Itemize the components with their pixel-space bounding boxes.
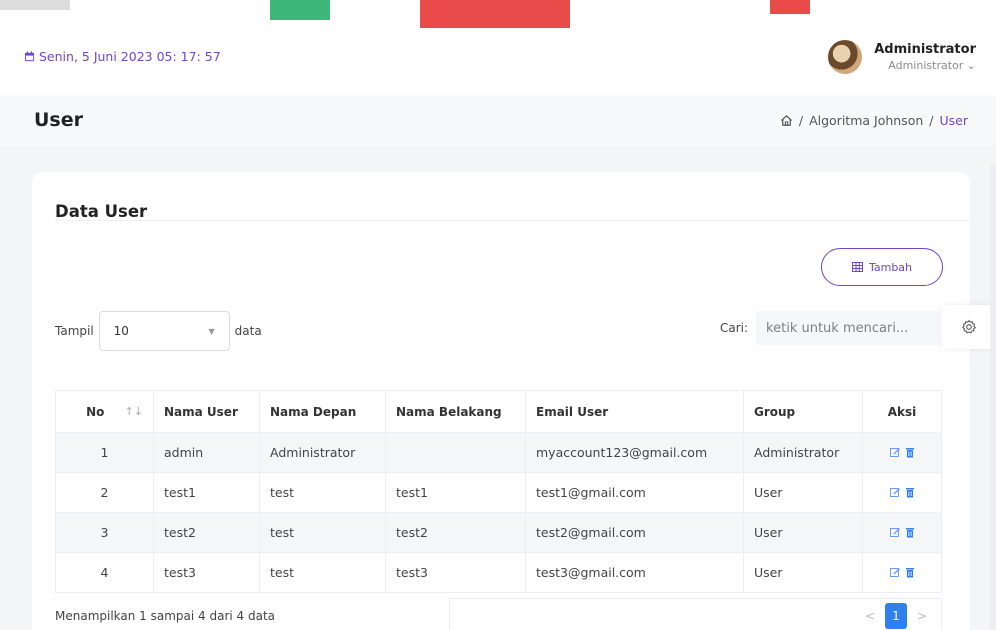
cell-nama-depan: test	[259, 552, 386, 593]
decoration	[0, 0, 70, 10]
cell-group: User	[743, 472, 863, 513]
next-page-button[interactable]: >	[911, 603, 933, 629]
cell-actions	[862, 472, 942, 513]
profile-menu[interactable]: Administrator Administrator ⌄	[828, 40, 976, 74]
cell-actions	[862, 512, 942, 553]
user-table: No ↑↓ Nama User Nama Depan Nama Belakang…	[55, 390, 942, 593]
column-header-no[interactable]: No ↑↓	[55, 390, 154, 433]
edit-icon[interactable]	[889, 487, 901, 498]
cell-nama-depan: test	[259, 472, 386, 513]
breadcrumb-separator: /	[929, 113, 934, 128]
column-header-email[interactable]: Email User	[525, 390, 744, 433]
page-length-value: 10	[113, 324, 129, 338]
breadcrumb-item[interactable]: Algoritma Johnson	[809, 113, 923, 128]
prev-page-button[interactable]: <	[859, 603, 881, 629]
delete-icon[interactable]	[905, 527, 915, 538]
table-info: Menampilkan 1 sampai 4 dari 4 data	[55, 609, 276, 623]
column-header-aksi: Aksi	[862, 390, 942, 433]
page-length-control: Tampil 10 ▼ data	[55, 311, 262, 351]
current-datetime: Senin, 5 Juni 2023 05: 17: 57	[24, 49, 221, 64]
delete-icon[interactable]	[905, 487, 915, 498]
page-button-1[interactable]: 1	[885, 603, 907, 629]
column-header-nama-depan[interactable]: Nama Depan	[259, 390, 386, 433]
breadcrumb-current: User	[939, 113, 969, 128]
cell-nama-depan: Administrator	[259, 432, 386, 473]
search-control: Cari:	[720, 311, 941, 345]
table-row: 2 test1 test test1 test1@gmail.com User	[55, 472, 942, 513]
delete-icon[interactable]	[905, 567, 915, 578]
column-header-group[interactable]: Group	[743, 390, 863, 433]
cell-nama-user: test1	[153, 472, 260, 513]
table-header-row: No ↑↓ Nama User Nama Depan Nama Belakang…	[55, 390, 942, 433]
breadcrumb: / Algoritma Johnson / User	[780, 113, 968, 128]
avatar[interactable]	[828, 40, 863, 74]
profile-role-text: Administrator	[888, 59, 964, 72]
chevron-down-icon: ▼	[208, 326, 215, 336]
page-edge	[990, 165, 996, 630]
cell-nama-user: test2	[153, 512, 260, 553]
cell-no: 4	[55, 552, 154, 593]
profile-name: Administrator	[874, 42, 976, 57]
topbar: Senin, 5 Juni 2023 05: 17: 57 Administra…	[0, 0, 996, 95]
add-user-button[interactable]: Tambah	[821, 248, 943, 286]
table-icon	[851, 262, 863, 272]
cell-no: 2	[55, 472, 154, 513]
search-label: Cari:	[720, 321, 749, 335]
profile-role[interactable]: Administrator ⌄	[874, 59, 976, 72]
cell-actions	[862, 552, 942, 593]
column-header-nama-user[interactable]: Nama User	[153, 390, 260, 433]
cell-nama-belakang: test3	[385, 552, 526, 593]
chevron-down-icon: ⌄	[966, 59, 976, 72]
delete-icon[interactable]	[905, 447, 915, 458]
cell-nama-depan: test	[259, 512, 386, 553]
cell-group: Administrator	[743, 432, 863, 473]
divider	[55, 220, 970, 221]
cell-nama-belakang	[385, 432, 526, 473]
cell-group: User	[743, 512, 863, 553]
cell-nama-user: admin	[153, 432, 260, 473]
page-length-select[interactable]: 10 ▼	[98, 311, 230, 351]
page-header: User / Algoritma Johnson / User	[0, 95, 996, 147]
cell-email: test1@gmail.com	[525, 472, 744, 513]
data-user-card: Data User Tambah Tampil 10 ▼ data Cari: …	[32, 172, 970, 630]
datetime-text: Senin, 5 Juni 2023 05: 17: 57	[39, 49, 221, 64]
cell-group: User	[743, 552, 863, 593]
show-suffix: data	[234, 324, 262, 338]
show-label: Tampil	[55, 324, 94, 338]
breadcrumb-separator: /	[798, 113, 804, 128]
table-row: 4 test3 test test3 test3@gmail.com User	[55, 552, 942, 593]
cell-actions	[862, 432, 942, 473]
home-icon[interactable]	[780, 114, 793, 127]
calendar-icon	[24, 51, 35, 62]
settings-toggle[interactable]	[942, 305, 996, 349]
cell-no: 3	[55, 512, 154, 553]
column-header-nama-belakang[interactable]: Nama Belakang	[385, 390, 526, 433]
pagination: < 1 >	[449, 598, 942, 630]
table-row: 3 test2 test test2 test2@gmail.com User	[55, 512, 942, 553]
table-row: 1 admin Administrator myaccount123@gmail…	[55, 432, 942, 473]
cell-nama-belakang: test2	[385, 512, 526, 553]
cell-email: test2@gmail.com	[525, 512, 744, 553]
edit-icon[interactable]	[889, 447, 901, 458]
add-button-label: Tambah	[868, 260, 913, 274]
cell-email: myaccount123@gmail.com	[525, 432, 744, 473]
gear-icon	[961, 319, 977, 334]
card-title: Data User	[55, 202, 148, 221]
cell-nama-user: test3	[153, 552, 260, 593]
cell-no: 1	[55, 432, 154, 473]
decoration	[770, 0, 810, 14]
decoration	[270, 0, 330, 20]
decoration	[420, 0, 570, 28]
search-input[interactable]	[756, 311, 941, 345]
page-title: User	[34, 109, 83, 131]
edit-icon[interactable]	[889, 527, 901, 538]
column-label: No	[86, 404, 105, 419]
edit-icon[interactable]	[889, 567, 901, 578]
cell-email: test3@gmail.com	[525, 552, 744, 593]
cell-nama-belakang: test1	[385, 472, 526, 513]
sort-icon[interactable]: ↑↓	[125, 405, 143, 418]
